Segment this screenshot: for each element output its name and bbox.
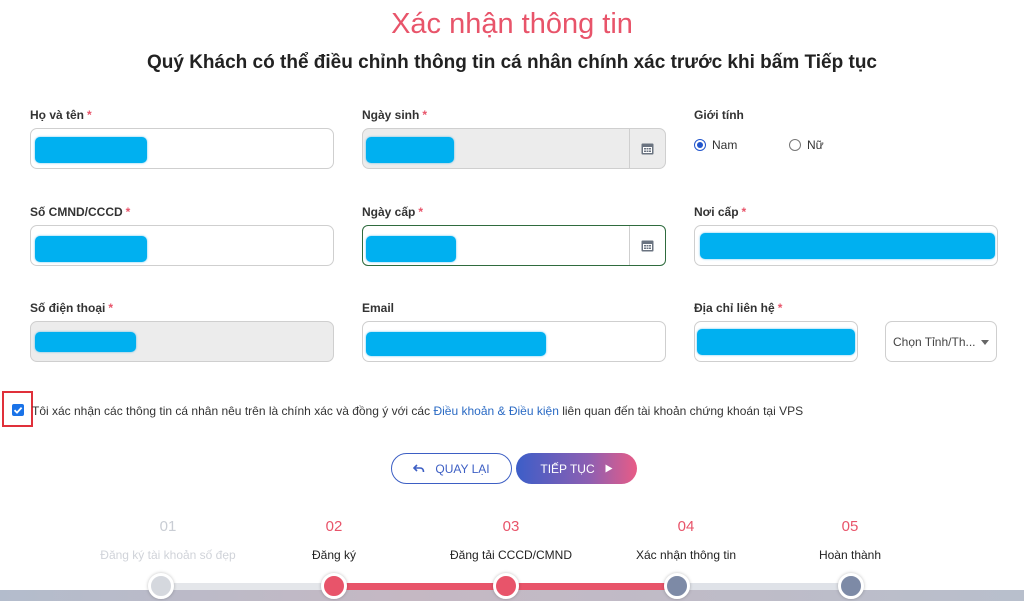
step-3-label: Đăng tải CCCD/CMND bbox=[449, 548, 573, 562]
calendar-button[interactable] bbox=[629, 226, 665, 265]
consent-checkbox[interactable] bbox=[12, 404, 24, 416]
phone-label: Số điện thoại * bbox=[30, 301, 114, 315]
id-number-label: Số CMND/CCCD * bbox=[30, 205, 131, 219]
checkmark-icon bbox=[13, 406, 23, 414]
step-5-number: 05 bbox=[841, 518, 859, 535]
email-label: Email bbox=[362, 301, 395, 315]
redaction-mask bbox=[35, 332, 136, 352]
gender-male-label: Nam bbox=[712, 138, 738, 152]
province-select-value: Chọn Tỉnh/Th... bbox=[893, 334, 976, 349]
step-2-node[interactable] bbox=[321, 573, 347, 599]
issue-date-label: Ngày cấp * bbox=[362, 205, 424, 219]
play-arrow-icon bbox=[605, 464, 613, 473]
address-input[interactable] bbox=[694, 321, 858, 362]
back-button[interactable]: QUAY LẠI bbox=[391, 453, 512, 484]
gender-female-label: Nữ bbox=[807, 138, 824, 152]
dob-input[interactable] bbox=[362, 128, 666, 169]
redaction-mask bbox=[366, 332, 546, 356]
redaction-mask bbox=[366, 137, 454, 163]
step-4-number: 04 bbox=[677, 518, 695, 535]
step-4-node[interactable] bbox=[664, 573, 690, 599]
full-name-input[interactable] bbox=[30, 128, 334, 169]
step-5-node[interactable] bbox=[838, 573, 864, 599]
step-3-node[interactable] bbox=[493, 573, 519, 599]
issue-date-input[interactable] bbox=[362, 225, 666, 266]
province-select[interactable]: Chọn Tỉnh/Th... bbox=[885, 321, 997, 362]
gender-label: Giới tính bbox=[694, 108, 744, 122]
next-button-label: TIẾP TỤC bbox=[540, 461, 595, 476]
step-2-label: Đăng ký bbox=[311, 548, 357, 562]
radio-icon bbox=[694, 139, 706, 151]
gender-option-female[interactable]: Nữ bbox=[789, 138, 824, 152]
dob-label: Ngày sinh * bbox=[362, 108, 428, 122]
back-button-label: QUAY LẠI bbox=[435, 461, 490, 476]
calendar-icon bbox=[641, 143, 654, 155]
address-label: Địa chỉ liên hệ * bbox=[694, 301, 783, 315]
calendar-icon bbox=[641, 240, 654, 252]
calendar-button[interactable] bbox=[629, 129, 665, 168]
step-track-1 bbox=[161, 583, 334, 590]
step-3-number: 03 bbox=[502, 518, 520, 535]
redaction-mask bbox=[700, 233, 995, 259]
redaction-mask bbox=[35, 236, 147, 262]
undo-arrow-icon bbox=[413, 463, 425, 472]
step-4-label: Xác nhận thông tin bbox=[635, 548, 737, 562]
issue-place-label: Nơi cấp * bbox=[694, 205, 747, 219]
page-title: Xác nhận thông tin bbox=[391, 8, 633, 40]
redaction-mask bbox=[366, 236, 456, 262]
caret-down-icon bbox=[981, 340, 989, 345]
redaction-mask bbox=[697, 329, 855, 355]
id-number-input[interactable] bbox=[30, 225, 334, 266]
full-name-label: Họ và tên * bbox=[30, 108, 92, 122]
radio-icon bbox=[789, 139, 801, 151]
step-1-node[interactable] bbox=[148, 573, 174, 599]
email-input[interactable] bbox=[362, 321, 666, 362]
phone-input[interactable] bbox=[30, 321, 334, 362]
next-button[interactable]: TIẾP TỤC bbox=[516, 453, 637, 484]
gender-option-male[interactable]: Nam bbox=[694, 138, 737, 152]
consent-text: Tôi xác nhận các thông tin cá nhân nêu t… bbox=[32, 404, 804, 418]
step-1-label: Đăng ký tài khoản số đẹp bbox=[100, 548, 236, 562]
redaction-mask bbox=[35, 137, 147, 163]
step-5-label: Hoàn thành bbox=[818, 548, 882, 562]
step-track-remaining bbox=[677, 583, 851, 590]
step-1-number: 01 bbox=[159, 518, 177, 535]
terms-link[interactable]: Điều khoản & Điều kiện bbox=[433, 404, 558, 418]
page-subtitle: Quý Khách có thể điều chỉnh thông tin cá… bbox=[146, 52, 877, 73]
issue-place-input[interactable] bbox=[694, 225, 998, 266]
step-2-number: 02 bbox=[325, 518, 343, 535]
